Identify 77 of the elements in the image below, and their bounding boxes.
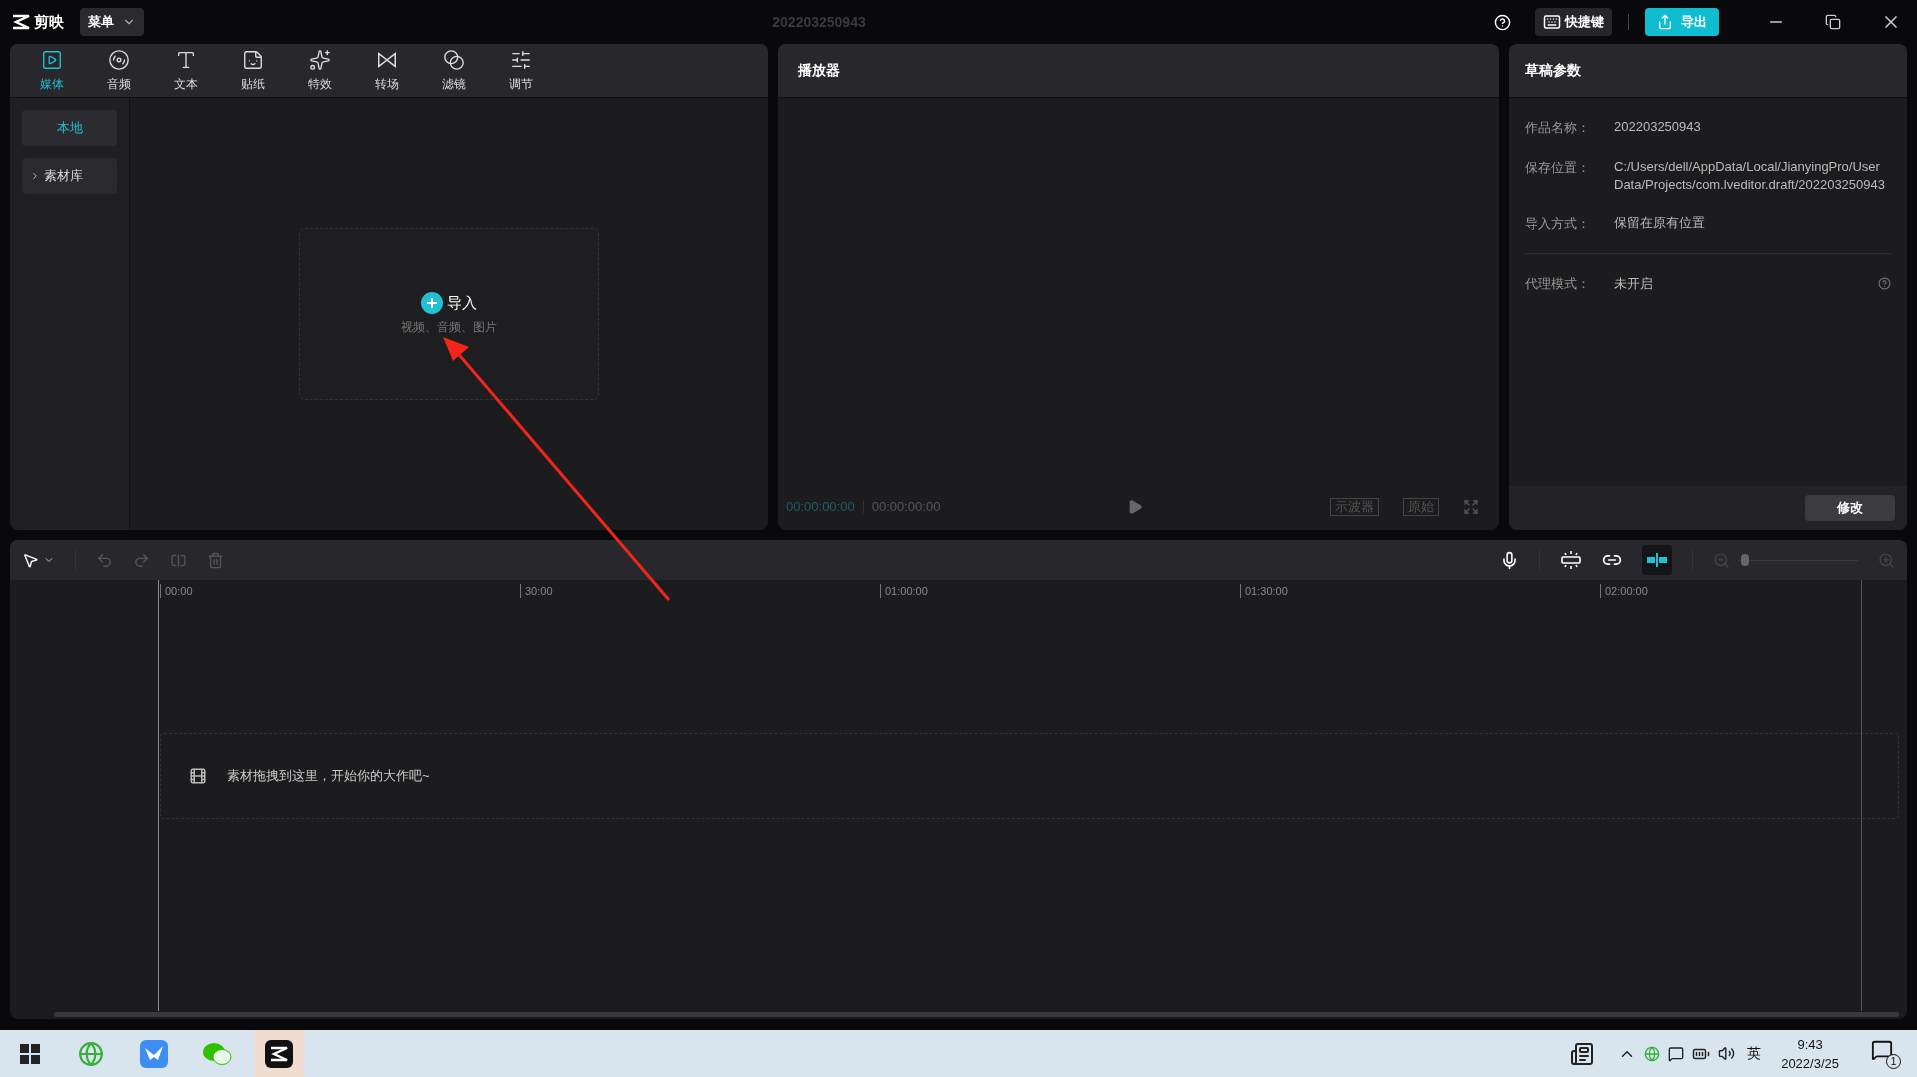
app-logo-icon <box>12 14 30 30</box>
field-label: 导入方式： <box>1525 214 1591 233</box>
app-logo-icon <box>265 1039 293 1068</box>
track-dropzone[interactable]: 素材拖拽到这里，开始你的大作吧~ <box>160 732 1899 819</box>
horizontal-scrollbar[interactable] <box>54 1012 1899 1017</box>
total-time: 00:00:00:00 <box>871 498 941 517</box>
media-tab[interactable]: 文本 <box>152 45 219 97</box>
ime-indicator[interactable]: 英 <box>1747 1043 1762 1064</box>
link-dashes-icon[interactable] <box>1560 550 1582 570</box>
clock-time[interactable]: 9:43 <box>1797 1034 1823 1054</box>
zoom-slider-thumb[interactable] <box>1741 554 1750 566</box>
chat-app-icon[interactable] <box>202 1040 232 1067</box>
dropzone-hint: 素材拖拽到这里，开始你的大作吧~ <box>227 766 430 785</box>
sliders-icon <box>509 49 532 71</box>
media-tab[interactable]: 特效 <box>286 45 353 97</box>
disc-icon <box>107 49 130 71</box>
plus-circle-icon <box>421 292 443 314</box>
zoom-slider[interactable] <box>1738 554 1858 566</box>
redo-icon[interactable] <box>133 551 150 569</box>
undo-icon[interactable] <box>96 551 113 569</box>
menu-dropdown[interactable]: 菜单 <box>80 8 144 36</box>
current-time: 00:00:00:00 <box>786 498 855 517</box>
split-icon[interactable] <box>170 551 187 569</box>
snap-toggle[interactable] <box>1642 545 1672 575</box>
field-value: 保留在原有位置 <box>1614 213 1706 232</box>
volume-icon[interactable] <box>1718 1045 1736 1062</box>
shortcut-button[interactable]: 快捷键 <box>1535 8 1612 36</box>
edit-button[interactable]: 修改 <box>1805 495 1895 521</box>
microphone-icon[interactable] <box>1500 550 1519 570</box>
news-icon[interactable] <box>1570 1041 1595 1066</box>
notification-badge: 1 <box>1886 1053 1901 1069</box>
capcut-taskbar-button[interactable] <box>254 1030 304 1077</box>
circles-icon <box>442 49 465 71</box>
ruler-time: 02:00:00 <box>1605 583 1648 599</box>
ruler-time: 01:00:00 <box>885 583 928 599</box>
sparkle-icon <box>308 49 331 71</box>
bowtie-icon <box>375 49 398 71</box>
pointer-icon[interactable] <box>22 551 39 569</box>
windows-start-icon[interactable] <box>20 1043 40 1064</box>
sticker-icon <box>241 49 264 71</box>
restore-icon[interactable] <box>1825 14 1841 30</box>
field-label: 代理模式： <box>1525 275 1591 293</box>
ruler-time: 00:00 <box>165 583 193 599</box>
browser-tray-icon[interactable] <box>1644 1045 1661 1062</box>
media-tab[interactable]: 音频 <box>85 45 152 97</box>
keyboard-icon <box>1543 13 1561 31</box>
panel-title: 草稿参数 <box>1525 61 1581 80</box>
import-label: 导入 <box>447 292 477 313</box>
media-tab[interactable]: 滤镜 <box>420 45 487 97</box>
media-tab[interactable]: 转场 <box>353 45 420 97</box>
panel-title: 播放器 <box>798 61 840 80</box>
play-square-icon <box>40 49 63 71</box>
snap-icon <box>1646 553 1668 567</box>
field-value: 202203250943 <box>1614 118 1702 136</box>
media-tab[interactable]: 调节 <box>487 45 554 97</box>
tray-app-icon[interactable] <box>1668 1045 1685 1062</box>
film-icon <box>189 766 207 785</box>
notification-icon[interactable] <box>1871 1038 1893 1061</box>
ruler-time: 01:30:00 <box>1245 583 1288 599</box>
browser-icon[interactable] <box>78 1040 104 1067</box>
field-value: C:/Users/dell/AppData/Local/JianyingPro/User Data/Projects/com.lveditor.draft/202203250943 <box>1614 157 1886 194</box>
field-label: 保存位置： <box>1525 158 1591 177</box>
field-label: 作品名称： <box>1525 119 1591 137</box>
ruler-time: 30:00 <box>525 583 553 599</box>
sidebar-item[interactable]: 本地 <box>22 110 117 146</box>
fullscreen-icon[interactable] <box>1463 499 1479 515</box>
delete-icon[interactable] <box>207 551 224 569</box>
media-tab[interactable]: 媒体 <box>18 45 85 97</box>
app-name: 剪映 <box>34 11 64 32</box>
sidebar-item[interactable]: 素材库 <box>22 158 117 194</box>
media-tab[interactable]: 贴纸 <box>219 45 286 97</box>
field-value: 未开启 <box>1614 275 1654 293</box>
clock-date[interactable]: 2022/3/25 <box>1781 1053 1839 1073</box>
play-icon[interactable] <box>1127 499 1144 515</box>
import-dropzone[interactable]: 导入 视频、音频、图片 <box>299 228 599 400</box>
import-hint: 视频、音频、图片 <box>401 319 497 337</box>
share-icon <box>1657 14 1673 30</box>
